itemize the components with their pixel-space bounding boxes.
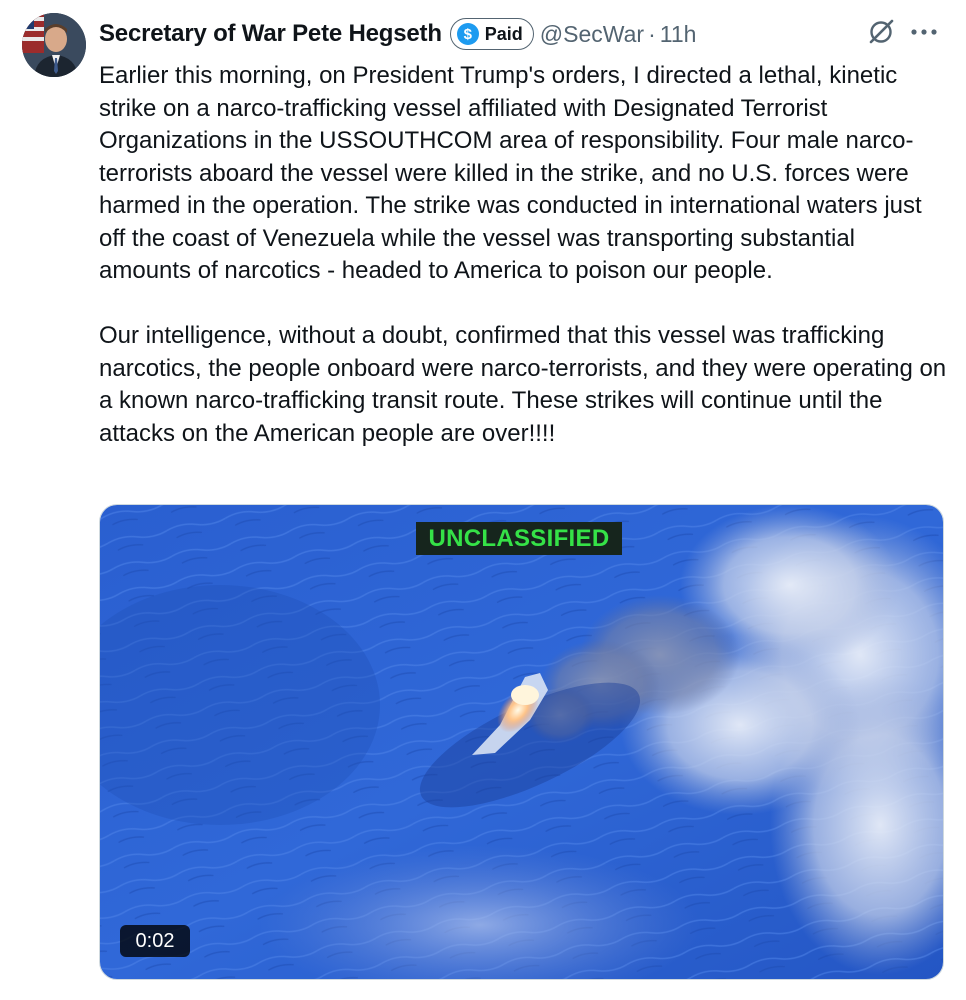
dollar-icon: $ xyxy=(456,23,479,45)
grok-icon[interactable] xyxy=(866,17,896,47)
avatar[interactable] xyxy=(22,13,86,77)
more-icon[interactable] xyxy=(910,28,938,36)
tweet-paragraph-2: Our intelligence, without a doubt, confi… xyxy=(99,322,947,447)
tweet-paragraph-1: Earlier this morning, on President Trump… xyxy=(99,62,922,284)
video-player[interactable]: UNCLASSIFIED 0:02 xyxy=(99,504,944,980)
video-timestamp: 0:02 xyxy=(120,925,190,957)
video-frame xyxy=(100,505,943,979)
paid-badge[interactable]: $ Paid xyxy=(449,18,534,50)
tweet-actions xyxy=(866,14,938,50)
tweet-timestamp[interactable]: 11h xyxy=(660,21,697,48)
unclassified-label: UNCLASSIFIED xyxy=(416,522,622,555)
avatar-image xyxy=(22,13,86,77)
author-display-name[interactable]: Secretary of War Pete Hegseth xyxy=(99,20,442,48)
paid-badge-label: Paid xyxy=(484,23,523,44)
author-handle[interactable]: @SecWar xyxy=(540,21,644,48)
tweet-text: Earlier this morning, on President Trump… xyxy=(99,60,949,450)
separator-dot: · xyxy=(648,20,656,47)
tweet-header: Secretary of War Pete Hegseth $ Paid @Se… xyxy=(99,14,696,54)
